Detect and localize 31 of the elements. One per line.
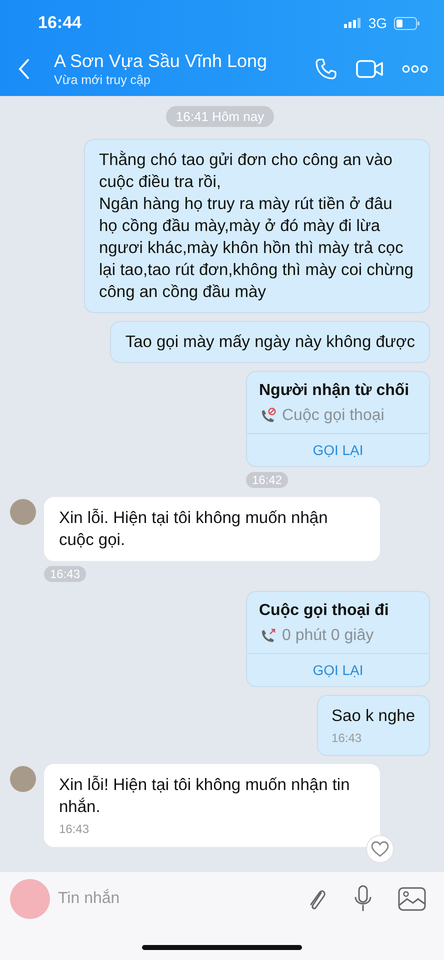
message-text: Xin lỗi! Hiện tại tôi không muốn nhận tin nhắn. <box>59 774 351 818</box>
avatar[interactable] <box>10 766 36 792</box>
signal-icon <box>344 18 362 28</box>
call-type: 0 phút 0 giây <box>282 626 374 646</box>
message-text: Sao k nghe <box>332 706 415 727</box>
message-time: 16:43 <box>59 821 90 837</box>
image-icon[interactable] <box>398 887 426 911</box>
call-title: Cuộc gọi thoại đi <box>259 601 390 621</box>
network-label: 3G <box>368 15 387 31</box>
call-back-button[interactable]: GỌI LẠI <box>312 654 364 686</box>
call-back-button[interactable]: GỌI LẠI <box>312 434 364 466</box>
message-text: Tao gọi mày mấy ngày này không được <box>125 332 415 353</box>
more-icon[interactable] <box>402 65 428 73</box>
contact-name[interactable]: A Sơn Vựa Sầu Vĩnh Long <box>54 50 296 72</box>
heart-reaction-icon[interactable] <box>366 835 394 863</box>
battery-icon <box>394 16 420 30</box>
contact-status: Vừa mới truy cập <box>54 72 152 88</box>
message-time: 16:43 <box>332 730 363 746</box>
back-icon[interactable] <box>18 58 30 80</box>
microphone-icon[interactable] <box>354 885 372 913</box>
avatar[interactable] <box>10 499 36 525</box>
message-time: 16:42 <box>246 472 288 488</box>
phone-icon[interactable] <box>314 57 338 81</box>
status-time: 16:44 <box>38 13 82 33</box>
call-title: Người nhận từ chối <box>259 381 410 401</box>
message-text: Thằng chó tao gửi đơn cho công an vào cuộc điều tra rồi, Ngân hàng họ truy ra mày rút tiền ở đâu họ cồng đầu mày,mày ở đó mày đi lừa ngươi khác,mày khôn hồn thì mày trả cọc lại tao,tao rút đơn,không thì mày coi chừng công an cồng đầu mày <box>99 150 414 303</box>
message-text: Xin lỗi. Hiện tại tôi không muốn nhận cuộc gọi. <box>59 508 329 551</box>
call-type: Cuộc gọi thoại <box>282 406 384 426</box>
video-call-icon[interactable] <box>356 59 384 79</box>
date-divider: 16:41 Hôm nay <box>166 106 274 127</box>
message-time: 16:43 <box>44 566 86 582</box>
